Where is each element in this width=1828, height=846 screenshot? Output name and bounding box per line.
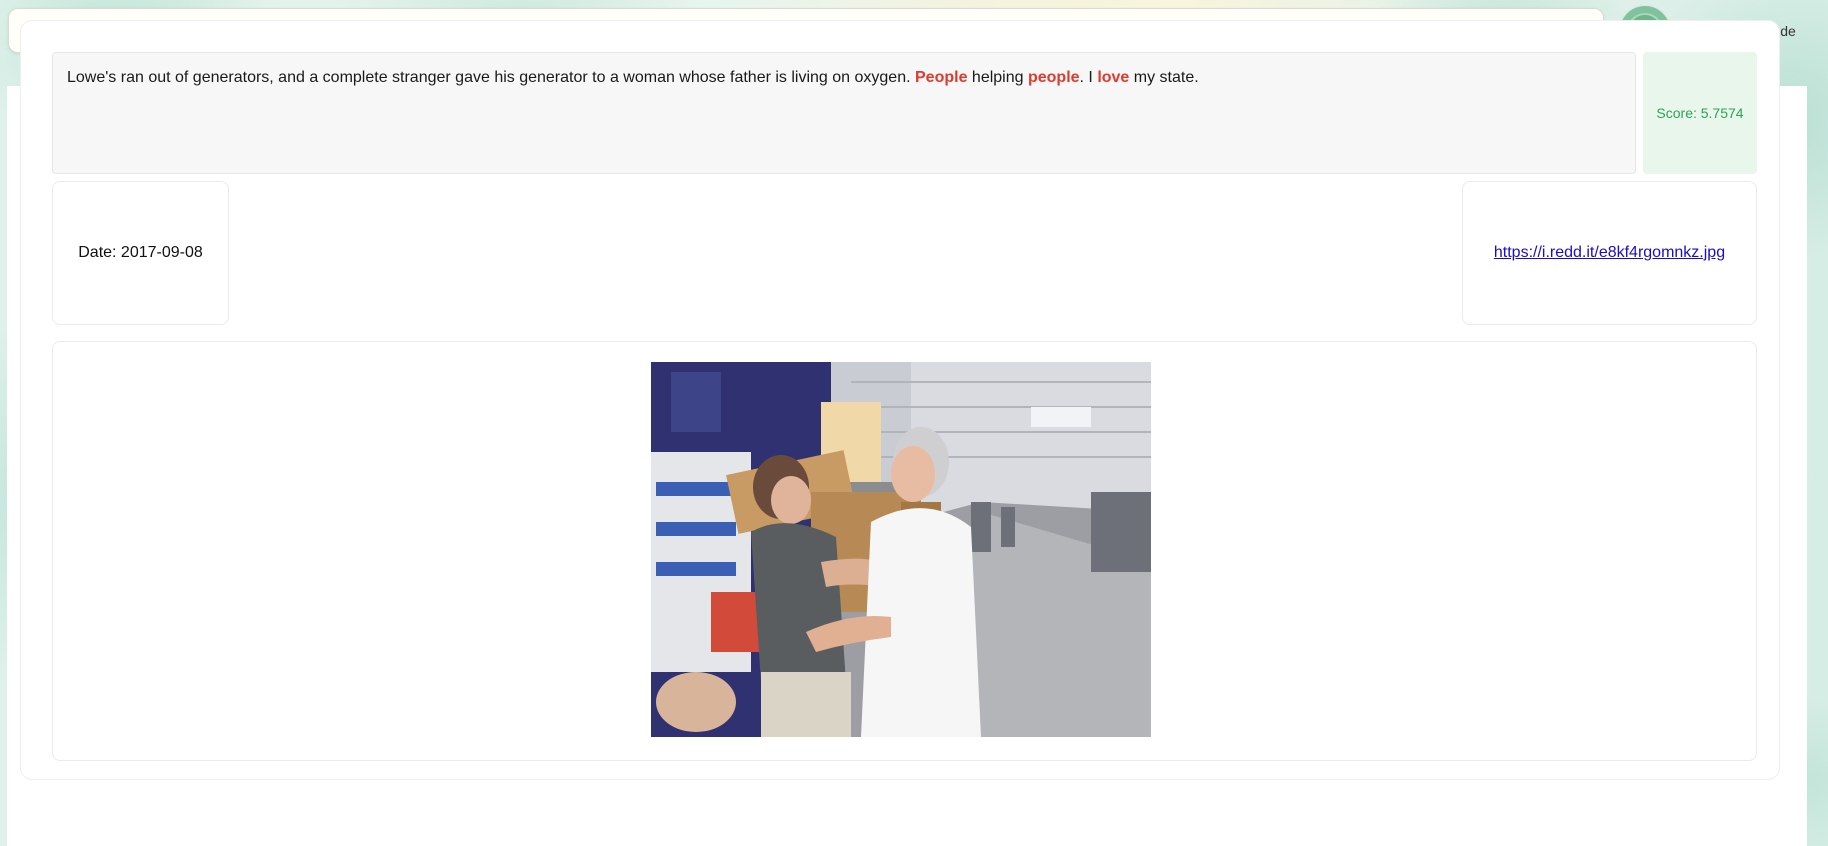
link-box: https://i.redd.it/e8kf4rgomnkz.jpg	[1462, 181, 1757, 325]
photo-illustration	[651, 362, 1151, 737]
highlighted-term: people	[1027, 69, 1080, 86]
text-segment: helping	[967, 69, 1028, 86]
highlighted-term: People	[915, 69, 968, 86]
result-text: Lowe's ran out of generators, and a comp…	[52, 52, 1636, 174]
text-segment: my state.	[1129, 69, 1199, 86]
image-link[interactable]: https://i.redd.it/e8kf4rgomnkz.jpg	[1494, 244, 1725, 262]
date-label: Date: 2017-09-08	[52, 181, 229, 325]
image-container	[52, 341, 1757, 761]
highlighted-term: love	[1097, 69, 1130, 86]
score-badge: Score: 5.7574	[1643, 52, 1757, 174]
text-segment: . I	[1079, 69, 1098, 86]
text-segment: Lowe's ran out of generators, and a comp…	[67, 69, 915, 86]
result-photo	[651, 362, 1151, 737]
